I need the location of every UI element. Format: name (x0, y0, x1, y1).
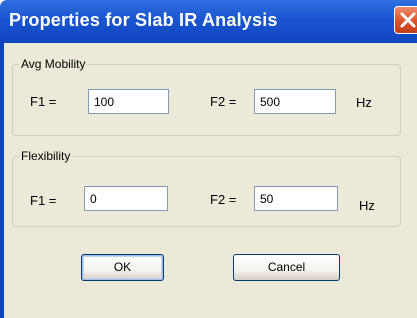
avg-mobility-f2-input[interactable] (254, 89, 336, 114)
title-bar[interactable]: Properties for Slab IR Analysis (0, 0, 417, 43)
flexibility-unit: Hz (359, 198, 375, 213)
close-icon (400, 12, 416, 28)
avg-mobility-f2-label: F2 = (210, 94, 237, 109)
window-title: Properties for Slab IR Analysis (9, 10, 278, 30)
dialog-body: Avg Mobility F1 = F2 = Hz Flexibility F1… (4, 43, 417, 318)
flexibility-group (12, 156, 401, 227)
flexibility-f2-input[interactable] (254, 186, 338, 211)
flexibility-group-label: Flexibility (19, 149, 73, 163)
avg-mobility-f1-input[interactable] (88, 89, 169, 114)
cancel-button[interactable]: Cancel (233, 254, 340, 281)
avg-mobility-group-label: Avg Mobility (19, 57, 88, 71)
ok-button[interactable]: OK (81, 254, 164, 281)
avg-mobility-f1-label: F1 = (30, 94, 57, 109)
properties-dialog: Properties for Slab IR Analysis Avg Mobi… (0, 0, 417, 318)
flexibility-f1-input[interactable] (84, 186, 168, 211)
flexibility-f2-label: F2 = (210, 192, 237, 207)
close-button[interactable] (394, 6, 417, 34)
avg-mobility-group (12, 64, 401, 136)
avg-mobility-unit: Hz (356, 95, 372, 110)
flexibility-f1-label: F1 = (30, 193, 57, 208)
